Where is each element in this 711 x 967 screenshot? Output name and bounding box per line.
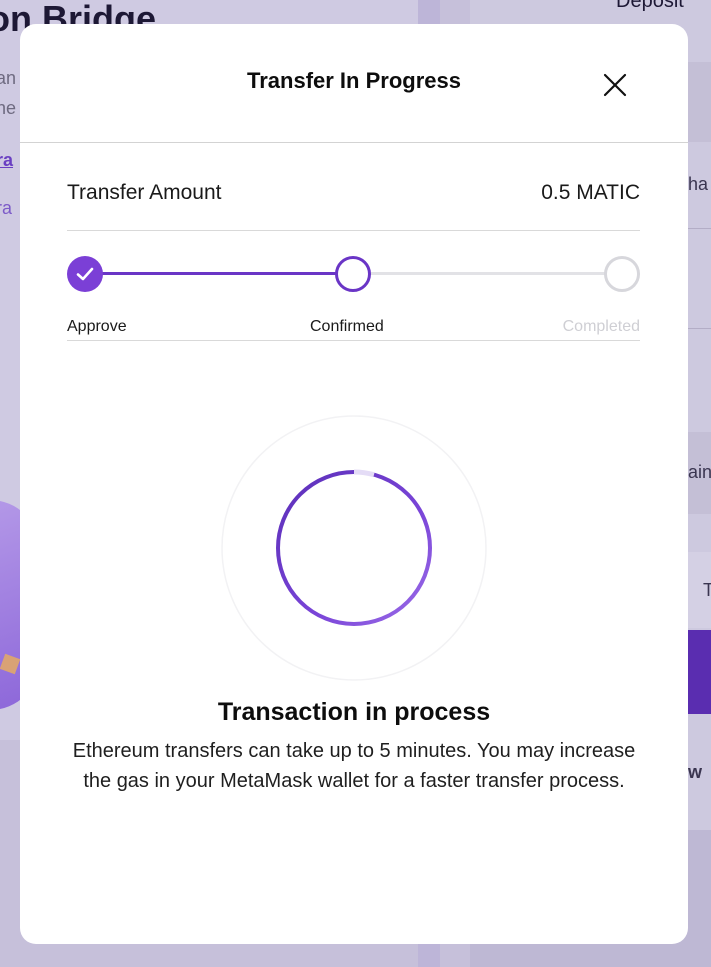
modal-header: Transfer In Progress — [20, 24, 688, 143]
background-primary-button[interactable] — [688, 630, 711, 714]
transfer-amount-label: Transfer Amount — [67, 181, 222, 204]
step-completed-label: Completed — [562, 318, 640, 335]
transfer-progress-modal: Transfer In Progress Transfer Amount 0.5… — [20, 24, 688, 944]
transfer-stepper: Approve Confirmed Completed — [67, 230, 640, 341]
status-title: Transaction in process — [217, 698, 491, 726]
background-right-block — [688, 62, 711, 142]
background-right-text: T — [703, 580, 711, 600]
step-confirmed-indicator — [335, 256, 371, 292]
step-confirmed-label: Confirmed — [310, 318, 384, 335]
transfer-amount-row: Transfer Amount 0.5 MATIC — [67, 166, 640, 231]
step-completed-indicator — [604, 256, 640, 292]
stepper-track-complete — [85, 272, 353, 275]
background-deposit-tab[interactable]: Deposit — [616, 0, 684, 13]
close-button[interactable] — [598, 68, 632, 102]
background-link[interactable]: ra — [0, 198, 12, 219]
background-right-text: w — [688, 762, 703, 782]
modal-title: Transfer In Progress — [247, 68, 461, 93]
status-description: Ethereum transfers can take up to 5 minu… — [72, 740, 636, 792]
background-right-text: ain — [688, 462, 711, 482]
close-icon — [603, 73, 627, 97]
checkmark-icon — [76, 267, 94, 281]
transfer-amount-value: 0.5 MATIC — [541, 181, 640, 204]
background-text: an — [0, 68, 17, 88]
stepper-track-pending — [369, 272, 622, 275]
spinner-icon — [221, 415, 487, 681]
background-right-text: ha — [688, 174, 709, 194]
loading-spinner — [220, 414, 488, 682]
step-approve-indicator — [67, 256, 103, 292]
background-divider — [688, 328, 711, 329]
background-text: he — [0, 98, 17, 118]
background-link[interactable]: ra — [0, 150, 13, 171]
background-divider — [688, 228, 711, 229]
step-approve-label: Approve — [67, 318, 127, 335]
